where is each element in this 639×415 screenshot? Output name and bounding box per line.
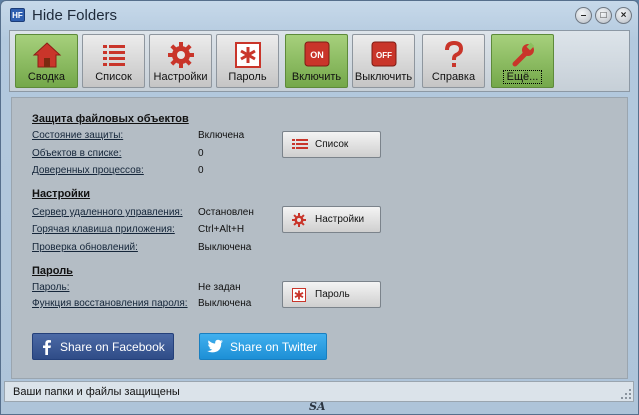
enable-button[interactable]: ON Включить (285, 34, 348, 88)
facebook-icon (43, 340, 51, 355)
asterisk-icon (292, 288, 306, 302)
app-icon: HF (10, 8, 25, 22)
password-button[interactable]: Пароль (216, 34, 279, 88)
update-check-link[interactable]: Проверка обновлений: (32, 242, 138, 253)
settings-label: Настройки (153, 71, 208, 83)
window-title: Hide Folders (32, 7, 118, 24)
resize-grip-icon[interactable] (620, 388, 632, 400)
watermark-logo: SA (309, 400, 326, 413)
off-icon: OFF (371, 41, 396, 67)
on-icon: ON (304, 41, 329, 67)
objects-count-link[interactable]: Объектов в списке: (32, 148, 122, 159)
maximize-button[interactable]: □ (595, 7, 612, 24)
help-label: Справка (431, 71, 476, 83)
list-action-label: Список (315, 139, 349, 150)
trusted-processes-value: 0 (198, 165, 204, 176)
share-twitter-label: Share on Twitter (230, 340, 318, 354)
trusted-processes-link[interactable]: Доверенных процессов: (32, 165, 144, 176)
password-action-label: Пароль (315, 289, 350, 300)
home-icon (32, 42, 61, 68)
enable-label: Включить (291, 71, 342, 83)
settings-action-label: Настройки (315, 214, 365, 225)
minimize-button[interactable]: – (575, 7, 592, 24)
share-facebook-button[interactable]: Share on Facebook (32, 333, 174, 360)
more-button[interactable]: Ещё... (491, 34, 554, 88)
list-icon (292, 139, 308, 149)
remote-server-link[interactable]: Сервер удаленного управления: (32, 207, 183, 218)
twitter-bird-icon (207, 339, 223, 353)
list-action-button[interactable]: Список (282, 131, 381, 158)
settings-button[interactable]: Настройки (149, 34, 212, 88)
password-label: Пароль (228, 71, 267, 83)
help-button[interactable]: Справка (422, 34, 485, 88)
question-icon (444, 41, 463, 67)
share-facebook-label: Share on Facebook (60, 340, 165, 354)
password-value: Не задан (198, 282, 241, 293)
update-check-value: Выключена (198, 242, 252, 253)
more-label: Ещё... (503, 70, 542, 84)
objects-count-value: 0 (198, 148, 204, 159)
status-bar: Ваши папки и файлы защищены (4, 381, 634, 402)
main-toolbar: Сводка Список Настройки Пароль ON Включи… (9, 30, 630, 92)
summary-panel: Защита файловых объектов Состояние защит… (11, 97, 628, 379)
list-button[interactable]: Список (82, 34, 145, 88)
settings-action-button[interactable]: Настройки (282, 206, 381, 233)
password-title: Пароль (32, 265, 73, 277)
disable-label: Выключить (354, 71, 413, 83)
status-text: Ваши папки и файлы защищены (13, 386, 180, 398)
summary-label: Сводка (27, 71, 66, 83)
close-button[interactable]: × (615, 7, 632, 24)
title-bar[interactable]: HF Hide Folders – □ × (1, 1, 638, 29)
on-badge-text: ON (310, 50, 324, 60)
protection-state-value: Включена (198, 130, 245, 141)
password-recovery-value: Выключена (198, 298, 252, 309)
password-link[interactable]: Пароль: (32, 282, 69, 293)
off-badge-text: OFF (376, 51, 392, 60)
protection-title: Защита файловых объектов (32, 113, 189, 125)
hotkey-value: Ctrl+Alt+H (198, 224, 245, 235)
share-twitter-button[interactable]: Share on Twitter (199, 333, 327, 360)
protection-state-link[interactable]: Состояние защиты: (32, 130, 123, 141)
password-action-button[interactable]: Пароль (282, 281, 381, 308)
gear-icon (167, 42, 194, 68)
remote-server-value: Остановлен (198, 207, 254, 218)
summary-button[interactable]: Сводка (15, 34, 78, 88)
gear-icon (292, 213, 306, 227)
list-label: Список (95, 71, 132, 83)
disable-button[interactable]: OFF Выключить (352, 34, 415, 88)
password-recovery-link[interactable]: Функция восстановления пароля: (32, 298, 188, 309)
settings-title: Настройки (32, 188, 91, 200)
wrench-icon (512, 42, 534, 67)
hotkey-link[interactable]: Горячая клавиша приложения: (32, 224, 175, 235)
app-window: HF Hide Folders – □ × Сводка Список Наст… (0, 0, 639, 415)
asterisk-icon (234, 42, 261, 68)
list-icon (102, 45, 125, 66)
